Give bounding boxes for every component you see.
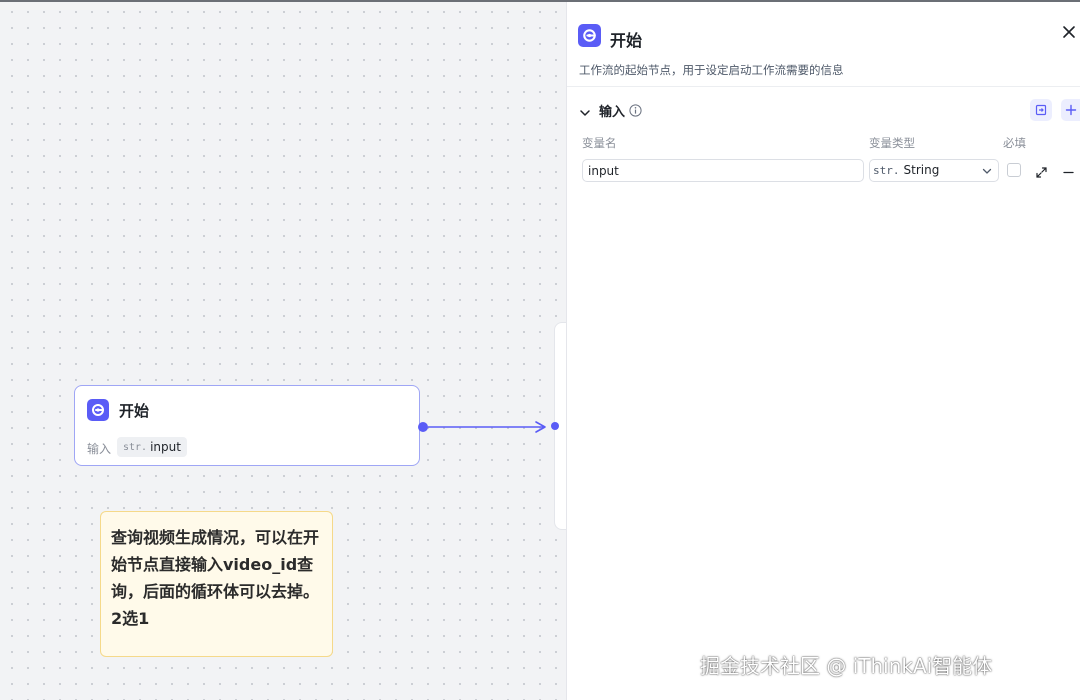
panel-divider — [567, 86, 1080, 87]
variable-name-input[interactable] — [583, 160, 863, 182]
start-node-input-chip: str. input — [117, 437, 187, 457]
variable-name-field[interactable] — [582, 159, 864, 182]
chevron-down-icon[interactable] — [579, 104, 591, 116]
panel-node-icon — [578, 24, 601, 47]
column-header-required: 必填 — [1003, 136, 1026, 150]
panel-title: 开始 — [610, 31, 643, 50]
start-node-icon — [87, 399, 109, 421]
variable-type-select[interactable]: str. String — [869, 159, 999, 182]
plus-icon — [1065, 104, 1077, 116]
start-node[interactable]: 开始 输入 str. input — [74, 385, 420, 466]
start-node-title: 开始 — [119, 402, 150, 420]
watermark: 掘金技术社区 @ iThinkAi智能体 — [700, 654, 993, 678]
import-icon — [1035, 104, 1047, 116]
add-variable-button[interactable] — [1061, 99, 1080, 121]
start-node-input-label: 输入 — [87, 442, 112, 456]
remove-variable-icon[interactable] — [1062, 164, 1075, 177]
type-value: String — [903, 163, 940, 177]
close-icon[interactable] — [1061, 24, 1077, 40]
info-icon[interactable] — [629, 102, 642, 117]
var-name: input — [150, 440, 181, 454]
panel-description: 工作流的起始节点，用于设定启动工作流需要的信息 — [579, 63, 844, 77]
var-type-tag: str. — [123, 441, 148, 453]
input-section-title: 输入 — [599, 105, 626, 120]
chevron-down-icon — [982, 168, 992, 174]
connection-edge — [428, 421, 546, 433]
column-header-name: 变量名 — [582, 136, 617, 150]
import-variable-button[interactable] — [1030, 99, 1052, 121]
required-checkbox[interactable] — [1007, 163, 1021, 177]
expand-icon[interactable] — [1035, 164, 1048, 178]
column-header-type: 变量类型 — [869, 136, 915, 150]
node-config-panel: 开始 工作流的起始节点，用于设定启动工作流需要的信息 输入 变量名 变量类型 必… — [566, 2, 1080, 700]
sticky-note[interactable]: 查询视频生成情况，可以在开始节点直接输入video_id查询，后面的循环体可以去… — [100, 511, 333, 657]
type-prefix: str. — [873, 163, 900, 177]
next-node-input-port[interactable] — [551, 422, 559, 430]
